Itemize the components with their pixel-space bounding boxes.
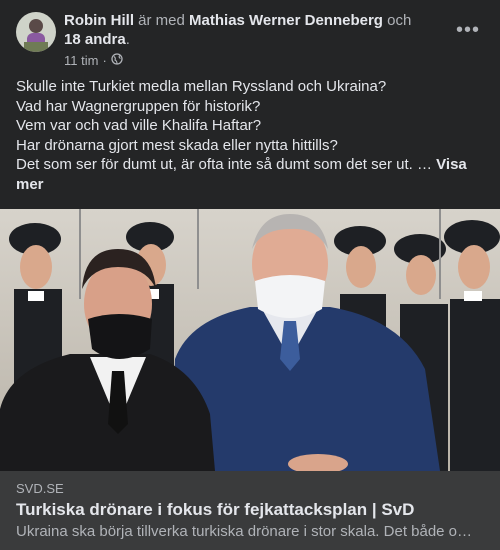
and-text: och	[387, 12, 412, 29]
post-header: Robin Hill är med Mathias Werner Dennebe…	[0, 0, 500, 72]
tagged-others[interactable]: 18 andra	[64, 31, 126, 48]
author-name[interactable]: Robin Hill	[64, 12, 134, 29]
post-body: Skulle inte Turkiet medla mellan Rysslan…	[16, 77, 484, 195]
post-line: Har drönarna gjort mest skada eller nytt…	[16, 136, 338, 154]
post-author-line: Robin Hill är med Mathias Werner Dennebe…	[64, 12, 412, 48]
link-description: Ukraina ska börja tillverka turkiska drö…	[16, 523, 473, 540]
post-line: Det som ser för dumt ut, är ofta inte så…	[16, 156, 432, 174]
link-title[interactable]: Turkiska drönare i fokus för fejkattacks…	[16, 500, 414, 520]
post-line: Vem var och vad ville Khalifa Haftar?	[16, 117, 262, 135]
link-domain: SVD.SE	[16, 481, 64, 496]
link-preview-image[interactable]	[0, 209, 500, 471]
avatar-image	[16, 12, 56, 52]
avatar[interactable]	[16, 12, 56, 52]
post-line-last: Det som ser för dumt ut, är ofta inte så…	[16, 155, 484, 194]
post-meta: 11 tim ·	[64, 53, 123, 68]
link-preview[interactable]: SVD.SE Turkiska drönare i fokus för fejk…	[0, 471, 500, 550]
more-options-icon[interactable]: •••	[454, 16, 482, 44]
meta-dot: ·	[102, 53, 107, 68]
post-line: Skulle inte Turkiet medla mellan Rysslan…	[16, 78, 387, 95]
post-line: Vad har Wagnergruppen för historik?	[16, 97, 261, 115]
news-photo	[0, 209, 500, 471]
tagged-person[interactable]: Mathias Werner Denneberg	[189, 12, 383, 29]
post-time[interactable]: 11 tim	[64, 53, 98, 68]
with-text: är med	[138, 12, 185, 29]
globe-icon[interactable]	[111, 53, 123, 68]
